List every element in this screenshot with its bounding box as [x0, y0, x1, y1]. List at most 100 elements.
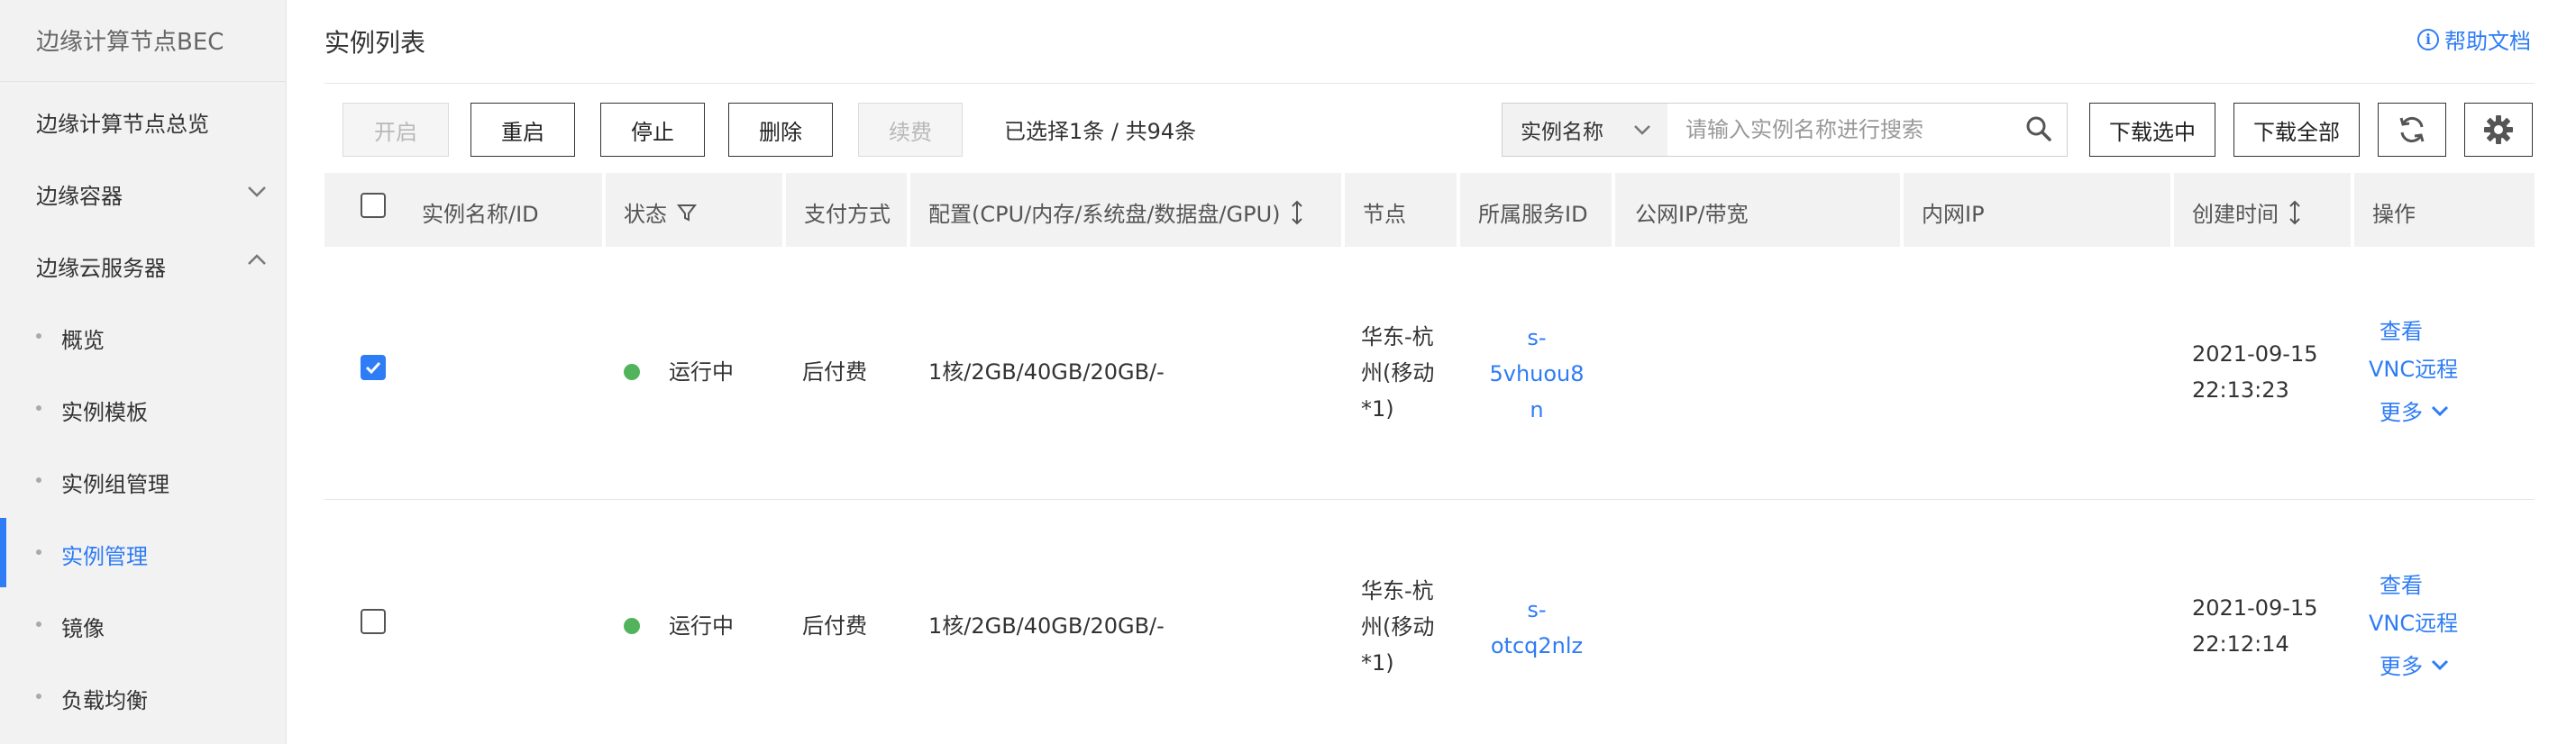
column-label: 支付方式 — [804, 202, 891, 227]
column-header-payment: 支付方式 — [804, 196, 891, 228]
created-clock: 22:12:14 — [2192, 631, 2289, 657]
sidebar-subitem-instance-management[interactable]: 实例管理 — [61, 539, 148, 570]
sidebar-item-edge-container[interactable]: 边缘容器 — [36, 178, 123, 210]
search-field-select[interactable]: 实例名称 — [1502, 103, 1667, 157]
sidebar-subitem-instance-group[interactable]: 实例组管理 — [61, 467, 169, 498]
sidebar-subitem-image[interactable]: 镜像 — [61, 611, 105, 642]
sidebar-title: 边缘计算节点BEC — [36, 29, 224, 56]
column-separator — [1341, 173, 1345, 247]
row-divider — [324, 499, 2535, 500]
info-icon: i — [2417, 28, 2439, 50]
sidebar-item-overview[interactable]: 边缘计算节点总览 — [36, 106, 209, 138]
column-label: 创建时间 — [2192, 202, 2279, 227]
sidebar-divider — [0, 81, 287, 82]
bullet-dot — [36, 549, 41, 555]
service-id-line: s- — [1527, 325, 1547, 350]
refresh-button[interactable] — [2378, 103, 2446, 157]
payment-text: 后付费 — [802, 359, 867, 385]
sidebar-subitem-load-balancer[interactable]: 负载均衡 — [61, 683, 148, 714]
view-link[interactable]: 查看 — [2380, 567, 2423, 599]
column-header-created-time: 创建时间 — [2192, 196, 2302, 228]
service-id-line: 5vhuou8 — [1489, 361, 1585, 386]
select-all-checkbox[interactable] — [361, 193, 386, 218]
column-label: 内网IP — [1922, 202, 1985, 227]
column-label: 公网IP/带宽 — [1635, 202, 1749, 227]
search-input[interactable] — [1667, 103, 2068, 157]
created-date: 2021-09-15 — [2192, 341, 2318, 367]
node-line: 华东-杭 — [1361, 324, 1434, 349]
node-line: *1) — [1361, 396, 1394, 422]
vnc-link[interactable]: VNC远程 — [2369, 605, 2458, 637]
help-label: 帮助文档 — [2444, 29, 2531, 54]
column-header-private-ip: 内网IP — [1922, 196, 1985, 228]
status-text: 运行中 — [669, 613, 734, 639]
stop-button[interactable]: 停止 — [600, 103, 705, 157]
column-label: 状态 — [624, 202, 667, 227]
created-clock: 22:13:23 — [2192, 377, 2289, 403]
sidebar: 边缘计算节点BEC 边缘计算节点总览 边缘容器 边缘云服务器 概览 实例模板 实… — [0, 0, 287, 744]
download-selected-button[interactable]: 下载选中 — [2089, 103, 2215, 157]
column-separator — [1900, 173, 1904, 247]
header-divider — [324, 83, 2535, 84]
created-time: 2021-09-15 22:13:23 — [2192, 336, 2317, 408]
service-id-line: n — [1530, 397, 1544, 422]
column-separator — [2170, 173, 2174, 247]
column-separator — [1612, 173, 1615, 247]
service-id-link[interactable]: s- otcq2nlz — [1478, 592, 1595, 664]
refresh-icon — [2399, 116, 2425, 143]
column-header-service-id: 所属服务ID — [1478, 196, 1588, 228]
more-menu[interactable]: 更多 — [2380, 395, 2450, 426]
page-title: 实例列表 — [324, 28, 426, 58]
column-label: 节点 — [1363, 202, 1406, 227]
more-label: 更多 — [2380, 400, 2423, 425]
column-separator — [782, 173, 786, 247]
renew-button[interactable]: 续费 — [858, 103, 963, 157]
column-label: 配置(CPU/内存/系统盘/数据盘/GPU) — [928, 202, 1281, 227]
settings-button[interactable] — [2464, 103, 2533, 157]
node-line: 华东-杭 — [1361, 578, 1434, 603]
column-separator — [2351, 173, 2354, 247]
bullet-dot — [36, 405, 41, 411]
search-field-label: 实例名称 — [1521, 121, 1603, 144]
search-icon[interactable] — [2024, 114, 2053, 143]
chevron-up-icon[interactable] — [245, 249, 269, 272]
vnc-link[interactable]: VNC远程 — [2369, 351, 2458, 383]
column-label: 所属服务ID — [1478, 202, 1588, 227]
chevron-down-icon — [2431, 405, 2449, 416]
sidebar-item-edge-server[interactable]: 边缘云服务器 — [36, 250, 166, 282]
row-checkbox[interactable] — [361, 355, 386, 380]
restart-button[interactable]: 重启 — [470, 103, 575, 157]
row-checkbox[interactable] — [361, 609, 386, 634]
column-header-node: 节点 — [1363, 196, 1406, 228]
bullet-dot — [36, 622, 41, 627]
column-separator — [1457, 173, 1460, 247]
payment-text: 后付费 — [802, 613, 867, 639]
sort-icon[interactable] — [1290, 200, 1304, 225]
start-button[interactable]: 开启 — [343, 103, 449, 157]
active-indicator — [0, 518, 6, 587]
service-id-link[interactable]: s- 5vhuou8 n — [1478, 320, 1595, 428]
delete-button[interactable]: 删除 — [728, 103, 833, 157]
column-header-status: 状态 — [624, 196, 698, 228]
node-text: 华东-杭 州(移动 *1) — [1361, 573, 1434, 681]
filter-icon[interactable] — [676, 202, 698, 223]
column-header-name-id: 实例名称/ID — [422, 196, 539, 228]
download-all-button[interactable]: 下载全部 — [2233, 103, 2360, 157]
created-date: 2021-09-15 — [2192, 595, 2318, 621]
chevron-down-icon — [1634, 125, 1650, 135]
chevron-down-icon[interactable] — [245, 179, 269, 203]
more-menu[interactable]: 更多 — [2380, 649, 2450, 680]
created-time: 2021-09-15 22:12:14 — [2192, 590, 2317, 662]
column-label: 操作 — [2372, 202, 2416, 227]
help-link[interactable]: i 帮助文档 — [2417, 23, 2531, 55]
chevron-down-icon — [2431, 659, 2449, 670]
sidebar-subitem-instance-template[interactable]: 实例模板 — [61, 395, 148, 426]
column-header-public-ip: 公网IP/带宽 — [1635, 196, 1749, 228]
column-header-actions: 操作 — [2372, 196, 2416, 228]
view-link[interactable]: 查看 — [2380, 313, 2423, 345]
column-label: 实例名称/ID — [422, 202, 539, 227]
column-separator — [602, 173, 606, 247]
sort-icon[interactable] — [2288, 200, 2302, 225]
sidebar-subitem-overview[interactable]: 概览 — [61, 322, 105, 354]
service-id-line: s- — [1527, 597, 1547, 622]
